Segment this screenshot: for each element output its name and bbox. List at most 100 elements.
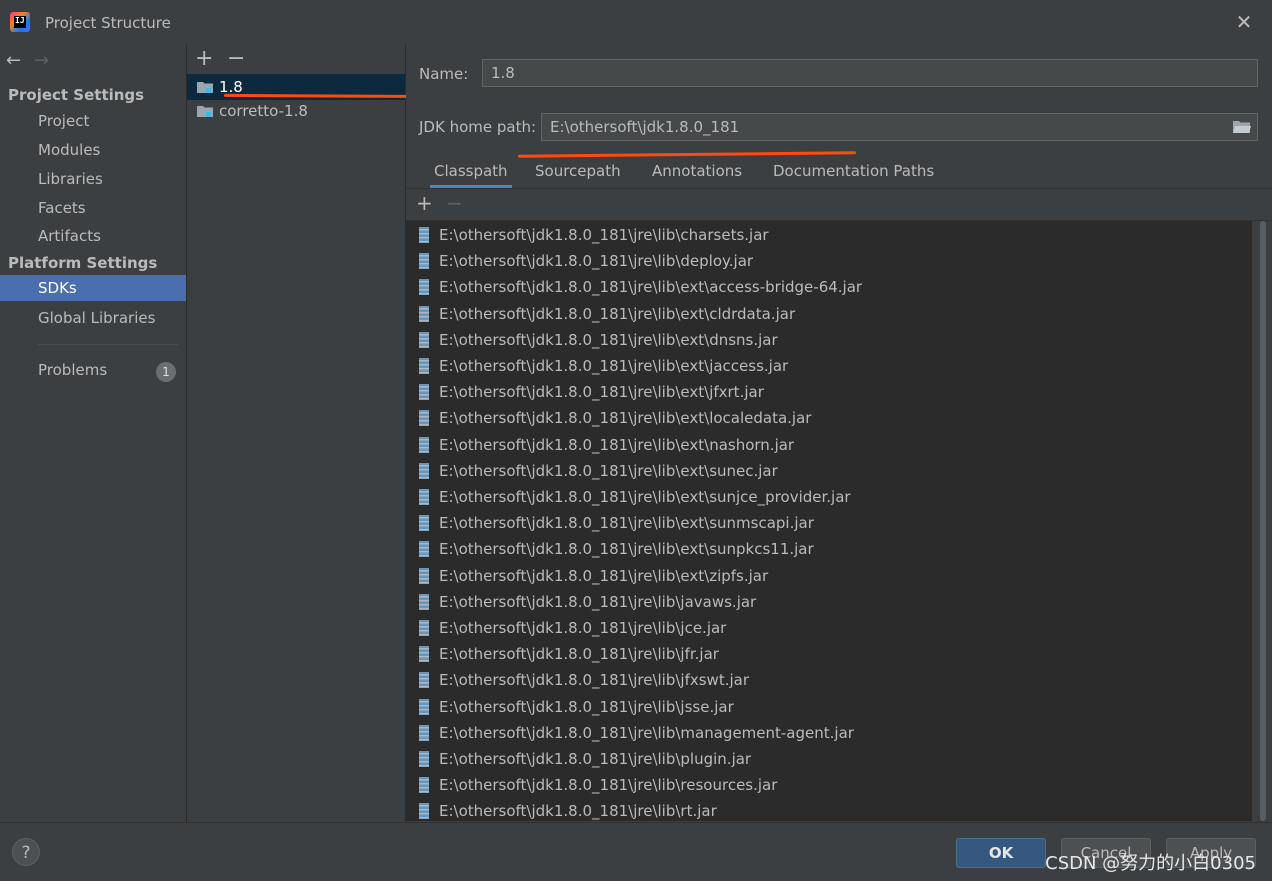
classpath-entry: E:\othersoft\jdk1.8.0_181\jre\lib\ext\cl…: [439, 305, 796, 323]
jar-icon: [419, 437, 429, 453]
classpath-entry: E:\othersoft\jdk1.8.0_181\jre\lib\jfxswt…: [439, 671, 749, 689]
classpath-row[interactable]: E:\othersoft\jdk1.8.0_181\jre\lib\ext\jf…: [406, 379, 1252, 405]
classpath-entry: E:\othersoft\jdk1.8.0_181\jre\lib\javaws…: [439, 593, 757, 611]
classpath-row[interactable]: E:\othersoft\jdk1.8.0_181\jre\lib\javaws…: [406, 589, 1252, 615]
jar-icon: [419, 568, 429, 584]
jar-icon: [419, 332, 429, 348]
jar-icon: [419, 489, 429, 505]
jar-icon: [419, 777, 429, 793]
jar-icon: [419, 751, 429, 767]
sidebar-item-global-libraries[interactable]: Global Libraries: [0, 305, 186, 331]
sdk-item-label: corretto-1.8: [219, 102, 308, 120]
tab-sourcepath[interactable]: Sourcepath: [531, 154, 625, 188]
sdk-folder-icon: [197, 106, 213, 117]
classpath-entry: E:\othersoft\jdk1.8.0_181\jre\lib\resour…: [439, 776, 778, 794]
classpath-row[interactable]: E:\othersoft\jdk1.8.0_181\jre\lib\ext\ac…: [406, 274, 1252, 300]
back-arrow-icon[interactable]: ←: [6, 50, 34, 71]
problems-count-badge: 1: [156, 362, 176, 382]
remove-classpath-button[interactable]: −: [446, 191, 463, 215]
jar-icon: [419, 646, 429, 662]
classpath-entry: E:\othersoft\jdk1.8.0_181\jre\lib\jfr.ja…: [439, 645, 719, 663]
classpath-row[interactable]: E:\othersoft\jdk1.8.0_181\jre\lib\ext\su…: [406, 536, 1252, 562]
settings-sidebar: ← → Project Settings Project Modules Libr…: [0, 44, 187, 822]
classpath-entry: E:\othersoft\jdk1.8.0_181\jre\lib\ext\na…: [439, 436, 795, 454]
ok-button[interactable]: OK: [956, 838, 1046, 868]
jdk-home-path-value: E:\othersoft\jdk1.8.0_181: [550, 118, 740, 136]
browse-folder-icon[interactable]: [1233, 120, 1251, 134]
classpath-row[interactable]: E:\othersoft\jdk1.8.0_181\jre\lib\ext\dn…: [406, 327, 1252, 353]
sdk-item[interactable]: corretto-1.8: [187, 98, 405, 124]
classpath-row[interactable]: E:\othersoft\jdk1.8.0_181\jre\lib\jsse.j…: [406, 694, 1252, 720]
jar-icon: [419, 279, 429, 295]
jar-icon: [419, 672, 429, 688]
jar-icon: [419, 725, 429, 741]
classpath-row[interactable]: E:\othersoft\jdk1.8.0_181\jre\lib\jfxswt…: [406, 667, 1252, 693]
sidebar-item-artifacts[interactable]: Artifacts: [0, 223, 186, 249]
dialog-footer: ? OK Cancel Apply CSDN @努力的小白0305: [0, 822, 1272, 881]
close-icon[interactable]: ✕: [1234, 12, 1254, 32]
remove-sdk-button[interactable]: −: [227, 46, 245, 71]
classpath-row[interactable]: E:\othersoft\jdk1.8.0_181\jre\lib\ext\lo…: [406, 405, 1252, 431]
scroll-thumb[interactable]: [1260, 221, 1266, 821]
jar-icon: [419, 384, 429, 400]
classpath-row[interactable]: E:\othersoft\jdk1.8.0_181\jre\lib\ext\na…: [406, 432, 1252, 458]
jar-icon: [419, 253, 429, 269]
classpath-entry: E:\othersoft\jdk1.8.0_181\jre\lib\ext\su…: [439, 540, 814, 558]
classpath-row[interactable]: E:\othersoft\jdk1.8.0_181\jre\lib\ext\su…: [406, 484, 1252, 510]
classpath-row[interactable]: E:\othersoft\jdk1.8.0_181\jre\lib\ext\cl…: [406, 301, 1252, 327]
help-button[interactable]: ?: [12, 838, 40, 866]
jar-icon: [419, 515, 429, 531]
classpath-entry: E:\othersoft\jdk1.8.0_181\jre\lib\ext\zi…: [439, 567, 769, 585]
classpath-entry: E:\othersoft\jdk1.8.0_181\jre\lib\plugin…: [439, 750, 752, 768]
classpath-entry: E:\othersoft\jdk1.8.0_181\jre\lib\charse…: [439, 226, 769, 244]
sdk-detail-panel: Name: 1.8 JDK home path: E:\othersoft\jd…: [406, 44, 1272, 822]
classpath-entry: E:\othersoft\jdk1.8.0_181\jre\lib\ext\su…: [439, 488, 851, 506]
classpath-entry: E:\othersoft\jdk1.8.0_181\jre\lib\ext\jf…: [439, 383, 764, 401]
classpath-entry: E:\othersoft\jdk1.8.0_181\jre\lib\ext\dn…: [439, 331, 778, 349]
classpath-entry: E:\othersoft\jdk1.8.0_181\jre\lib\deploy…: [439, 252, 754, 270]
sidebar-item-facets[interactable]: Facets: [0, 195, 186, 221]
classpath-entry: E:\othersoft\jdk1.8.0_181\jre\lib\manage…: [439, 724, 854, 742]
classpath-scrollbar[interactable]: [1258, 221, 1268, 821]
sidebar-item-libraries[interactable]: Libraries: [0, 166, 186, 192]
tab-documentation-paths[interactable]: Documentation Paths: [769, 154, 938, 188]
classpath-row[interactable]: E:\othersoft\jdk1.8.0_181\jre\lib\ext\su…: [406, 510, 1252, 536]
classpath-row[interactable]: E:\othersoft\jdk1.8.0_181\jre\lib\jce.ja…: [406, 615, 1252, 641]
jar-icon: [419, 306, 429, 322]
tab-annotations[interactable]: Annotations: [648, 154, 746, 188]
classpath-row[interactable]: E:\othersoft\jdk1.8.0_181\jre\lib\rt.jar: [406, 798, 1252, 821]
classpath-entry: E:\othersoft\jdk1.8.0_181\jre\lib\ext\ja…: [439, 357, 789, 375]
jdk-home-path-field[interactable]: E:\othersoft\jdk1.8.0_181: [541, 113, 1258, 141]
name-field[interactable]: 1.8: [482, 59, 1258, 87]
classpath-entry: E:\othersoft\jdk1.8.0_181\jre\lib\jce.ja…: [439, 619, 727, 637]
classpath-entry: E:\othersoft\jdk1.8.0_181\jre\lib\jsse.j…: [439, 698, 734, 716]
sdk-folder-icon: [197, 82, 213, 93]
jar-icon: [419, 620, 429, 636]
window-title: Project Structure: [45, 14, 171, 32]
sidebar-divider: [38, 344, 178, 345]
sidebar-item-sdks[interactable]: SDKs: [0, 275, 186, 301]
jar-icon: [419, 410, 429, 426]
classpath-row[interactable]: E:\othersoft\jdk1.8.0_181\jre\lib\deploy…: [406, 248, 1252, 274]
jar-icon: [419, 358, 429, 374]
classpath-entry: E:\othersoft\jdk1.8.0_181\jre\lib\ext\ac…: [439, 278, 863, 296]
classpath-row[interactable]: E:\othersoft\jdk1.8.0_181\jre\lib\manage…: [406, 720, 1252, 746]
classpath-row[interactable]: E:\othersoft\jdk1.8.0_181\jre\lib\charse…: [406, 222, 1252, 248]
watermark: CSDN @努力的小白0305: [1045, 853, 1256, 874]
classpath-entry: E:\othersoft\jdk1.8.0_181\jre\lib\ext\lo…: [439, 409, 812, 427]
classpath-row[interactable]: E:\othersoft\jdk1.8.0_181\jre\lib\plugin…: [406, 746, 1252, 772]
sidebar-item-problems[interactable]: Problems 1: [0, 357, 186, 383]
classpath-row[interactable]: E:\othersoft\jdk1.8.0_181\jre\lib\resour…: [406, 772, 1252, 798]
sidebar-item-modules[interactable]: Modules: [0, 137, 186, 163]
classpath-row[interactable]: E:\othersoft\jdk1.8.0_181\jre\lib\ext\su…: [406, 458, 1252, 484]
add-classpath-button[interactable]: +: [416, 191, 433, 215]
sdk-list-panel: + − 1.8 corretto-1.8: [187, 44, 406, 822]
forward-arrow-icon[interactable]: →: [34, 50, 62, 71]
classpath-list[interactable]: E:\othersoft\jdk1.8.0_181\jre\lib\charse…: [406, 221, 1252, 821]
sidebar-item-project[interactable]: Project: [0, 108, 186, 134]
tab-classpath[interactable]: Classpath: [430, 154, 512, 188]
classpath-row[interactable]: E:\othersoft\jdk1.8.0_181\jre\lib\ext\zi…: [406, 563, 1252, 589]
classpath-row[interactable]: E:\othersoft\jdk1.8.0_181\jre\lib\jfr.ja…: [406, 641, 1252, 667]
add-sdk-button[interactable]: +: [195, 46, 213, 71]
classpath-row[interactable]: E:\othersoft\jdk1.8.0_181\jre\lib\ext\ja…: [406, 353, 1252, 379]
